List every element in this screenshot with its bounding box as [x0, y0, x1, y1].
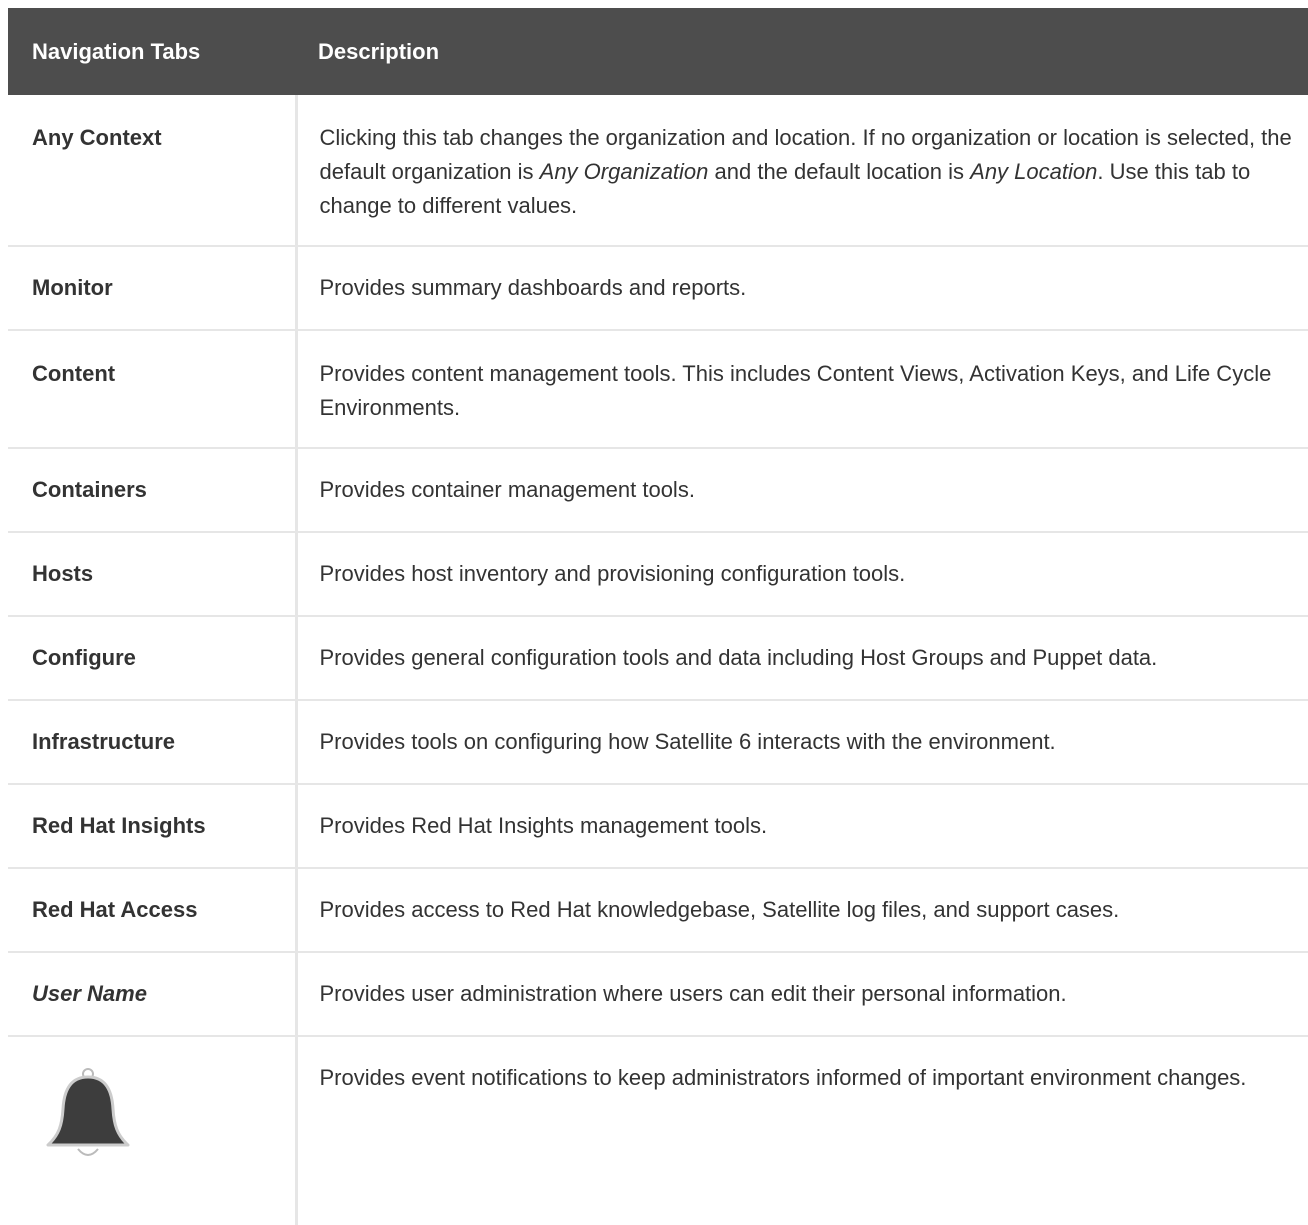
desc-text: and the default location is	[708, 159, 971, 184]
bell-icon	[40, 1065, 136, 1165]
table-row: Containers Provides container management…	[8, 448, 1308, 533]
table-header-row: Navigation Tabs Description	[8, 8, 1308, 95]
navigation-tabs-table: Navigation Tabs Description Any Context …	[8, 8, 1308, 1225]
tab-description: Provides container management tools.	[296, 448, 1308, 533]
tab-name: Infrastructure	[8, 700, 298, 785]
tab-name: Content	[8, 330, 298, 449]
desc-emphasis: Any Location	[970, 159, 1098, 184]
table-row: Any Context Clicking this tab changes th…	[8, 95, 1308, 247]
table-row: Monitor Provides summary dashboards and …	[8, 246, 1308, 331]
tab-name: Monitor	[8, 246, 298, 331]
tab-description: Provides Red Hat Insights management too…	[296, 784, 1308, 869]
tab-name: Red Hat Access	[8, 868, 298, 953]
table-row: Configure Provides general configuration…	[8, 616, 1308, 701]
tab-description: Provides summary dashboards and reports.	[296, 246, 1308, 331]
tab-description: Provides tools on configuring how Satell…	[296, 700, 1308, 785]
tab-description: Clicking this tab changes the organizati…	[296, 95, 1308, 247]
tab-name: User Name	[8, 952, 298, 1037]
table-row: Infrastructure Provides tools on configu…	[8, 700, 1308, 785]
tab-description: Provides access to Red Hat knowledgebase…	[296, 868, 1308, 953]
tab-description: Provides host inventory and provisioning…	[296, 532, 1308, 617]
table-row: Red Hat Insights Provides Red Hat Insigh…	[8, 784, 1308, 869]
table-row: Red Hat Access Provides access to Red Ha…	[8, 868, 1308, 953]
tab-description: Provides event notifications to keep adm…	[319, 1065, 1247, 1090]
tab-name: Hosts	[8, 532, 298, 617]
tab-description: Provides content management tools. This …	[296, 330, 1308, 449]
tab-name: Any Context	[8, 95, 298, 247]
tab-description: Provides user administration where users…	[296, 952, 1308, 1037]
tab-description: Provides general configuration tools and…	[296, 616, 1308, 701]
tab-icon-cell	[8, 1036, 298, 1225]
tab-name: Containers	[8, 448, 298, 533]
header-navigation-tabs: Navigation Tabs	[8, 8, 296, 95]
tab-name: Configure	[8, 616, 298, 701]
table-row: Content Provides content management tool…	[8, 330, 1308, 449]
table-row: Hosts Provides host inventory and provis…	[8, 532, 1308, 617]
tab-name: Red Hat Insights	[8, 784, 298, 869]
desc-emphasis: Any Organization	[539, 159, 709, 184]
header-description: Description	[296, 8, 1308, 95]
table-row: Provides event notifications to keep adm…	[8, 1036, 1308, 1225]
table-row: User Name Provides user administration w…	[8, 952, 1308, 1037]
